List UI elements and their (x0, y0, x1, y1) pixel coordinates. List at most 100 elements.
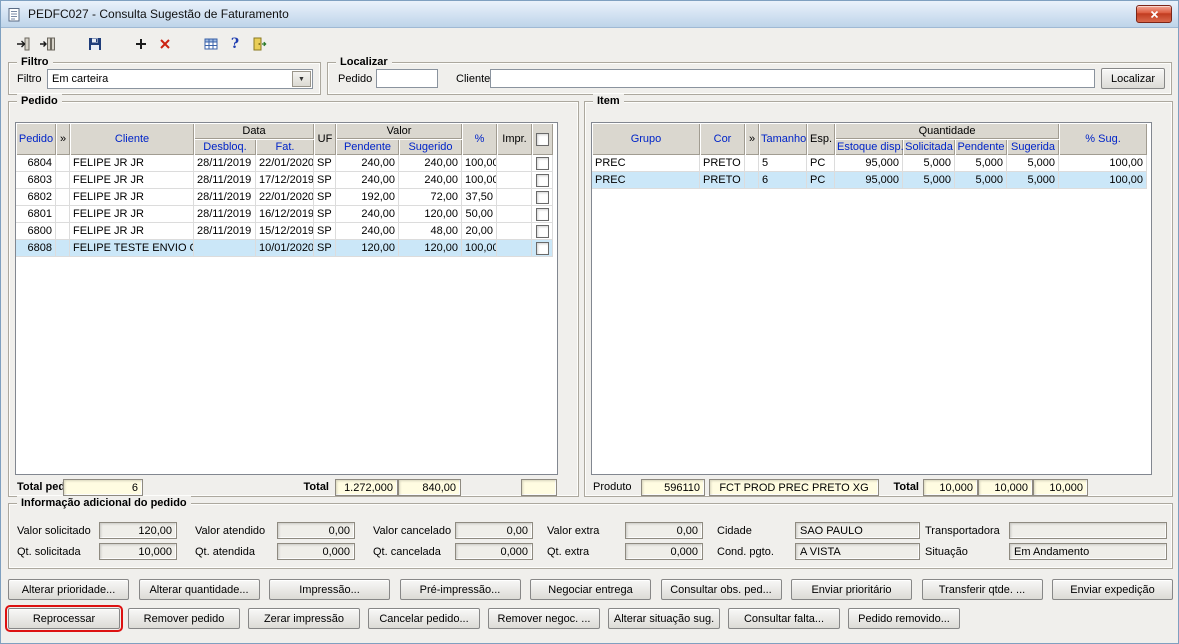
item-total-label: Total (893, 481, 919, 493)
pedido-row[interactable]: 6803 FELIPE JR JR 28/11/2019 17/12/2019 … (16, 172, 553, 189)
exit-icon[interactable] (247, 33, 271, 55)
cell-impr (497, 172, 532, 189)
pedido-row[interactable]: 6802 FELIPE JR JR 28/11/2019 22/01/2020 … (16, 189, 553, 206)
close-window-icon[interactable] (11, 33, 35, 55)
cell-uf: SP (314, 240, 336, 257)
col-header-tamanho[interactable]: Tamanho (759, 123, 807, 155)
cell-sugerido: 240,00 (399, 172, 462, 189)
transferir-qtde-button[interactable]: Transferir qtde. ... (921, 579, 1043, 600)
enviar-expedicao-button[interactable]: Enviar expedição (1052, 579, 1173, 600)
col-header-pct[interactable]: % (462, 123, 497, 155)
qt-extra-field: 0,000 (625, 543, 703, 560)
consultar-falta-button[interactable]: Consultar falta... (728, 608, 840, 629)
col-header-solicitada[interactable]: Solicitada (903, 139, 955, 155)
total-sugerido-field: 840,00 (398, 479, 461, 496)
item-row-selected[interactable]: PREC PRETO 6 PC 95,000 5,000 5,000 5,000… (592, 172, 1148, 189)
item-grid[interactable]: Grupo Cor » Tamanho Esp. Quantidade % Su… (591, 122, 1152, 475)
cell-esp: PC (807, 155, 835, 172)
reprocessar-button[interactable]: Reprocessar (5, 605, 123, 632)
cell-impr (497, 189, 532, 206)
alterar-prioridade-button[interactable]: Alterar prioridade... (8, 579, 129, 600)
cell-pendente: 240,00 (336, 223, 399, 240)
valor-atendido-label: Valor atendido (195, 525, 266, 537)
cell-check (532, 206, 553, 223)
cell-fat: 22/01/2020 (256, 155, 314, 172)
chevron-down-icon[interactable]: ▼ (292, 71, 311, 87)
header-checkbox-icon (536, 132, 549, 146)
col-header-desbloq[interactable]: Desbloq. (194, 139, 256, 155)
add-icon[interactable] (129, 33, 153, 55)
info-groupbox: Informação adicional do pedido Valor sol… (8, 496, 1173, 569)
window-title: PEDFC027 - Consulta Sugestão de Faturame… (28, 7, 289, 21)
impressao-button[interactable]: Impressão... (269, 579, 390, 600)
print-checkbox[interactable] (535, 207, 549, 221)
alterar-situacao-sug-button[interactable]: Alterar situação sug. (608, 608, 720, 629)
save-icon[interactable] (83, 33, 107, 55)
cell-uf: SP (314, 223, 336, 240)
filtro-dropdown[interactable]: Em carteira ▼ (47, 69, 313, 89)
print-checkbox[interactable] (535, 156, 549, 170)
localizar-pedido-input[interactable] (376, 69, 438, 88)
cond-pgto-field: A VISTA (795, 543, 920, 560)
pedido-removido-button[interactable]: Pedido removido... (848, 608, 960, 629)
remover-pedido-button[interactable]: Remover pedido (128, 608, 240, 629)
close-all-windows-icon[interactable] (35, 33, 59, 55)
cancelar-pedido-button[interactable]: Cancelar pedido... (368, 608, 480, 629)
col-header-sugerida[interactable]: Sugerida (1007, 139, 1060, 155)
col-header-grupo[interactable]: Grupo (592, 123, 700, 155)
cell-pct-sug: 100,00 (1059, 155, 1148, 172)
valor-extra-field: 0,00 (625, 522, 703, 539)
remover-negoc-button[interactable]: Remover negoc. ... (488, 608, 600, 629)
cell-sugerido: 240,00 (399, 155, 462, 172)
col-header-fat[interactable]: Fat. (256, 139, 314, 155)
filtro-legend: Filtro (17, 55, 53, 69)
print-checkbox[interactable] (535, 224, 549, 238)
item-groupbox: Item Grupo Cor » Tamanho Esp. Quantidade… (584, 94, 1173, 497)
col-header-cor[interactable]: Cor (700, 123, 745, 155)
localizar-button[interactable]: Localizar (1101, 68, 1165, 89)
cell-chevron (56, 240, 70, 257)
col-header-sugerido[interactable]: Sugerido (399, 139, 462, 155)
delete-icon[interactable] (153, 33, 177, 55)
cell-pct: 37,50 (462, 189, 497, 206)
col-header-pct-sug[interactable]: % Sug. (1059, 123, 1148, 155)
cell-pendente: 240,00 (336, 155, 399, 172)
cell-esp: PC (807, 172, 835, 189)
cell-sugerido: 48,00 (399, 223, 462, 240)
enviar-prioritario-button[interactable]: Enviar prioritário (791, 579, 912, 600)
print-checkbox[interactable] (535, 173, 549, 187)
localizar-cliente-input[interactable] (490, 69, 1095, 88)
pedido-row[interactable]: 6801 FELIPE JR JR 28/11/2019 16/12/2019 … (16, 206, 553, 223)
col-header-pendente[interactable]: Pendente (336, 139, 399, 155)
help-icon[interactable]: ? (223, 33, 247, 55)
cell-impr (497, 155, 532, 172)
print-checkbox[interactable] (535, 241, 549, 255)
col-header-pedido[interactable]: Pedido (16, 123, 56, 155)
grid-icon[interactable] (199, 33, 223, 55)
qt-cancelada-label: Qt. cancelada (373, 546, 441, 558)
col-header-pendente[interactable]: Pendente (955, 139, 1007, 155)
item-row[interactable]: PREC PRETO 5 PC 95,000 5,000 5,000 5,000… (592, 155, 1148, 172)
pedido-row[interactable]: 6804 FELIPE JR JR 28/11/2019 22/01/2020 … (16, 155, 553, 172)
pedido-row-selected[interactable]: 6808 FELIPE TESTE ENVIO C 10/01/2020 SP … (16, 240, 553, 257)
cidade-label: Cidade (717, 525, 752, 537)
consultar-obs-ped-button[interactable]: Consultar obs. ped... (660, 579, 782, 600)
pedido-grid[interactable]: Pedido » Cliente Data UF Valor % Impr. D… (15, 122, 558, 475)
print-checkbox[interactable] (535, 190, 549, 204)
pre-impressao-button[interactable]: Pré-impressão... (399, 579, 521, 600)
close-button[interactable] (1136, 5, 1172, 23)
cell-tamanho: 5 (759, 155, 807, 172)
alterar-quantidade-button[interactable]: Alterar quantidade... (138, 579, 260, 600)
zerar-impressao-button[interactable]: Zerar impressão (248, 608, 360, 629)
cell-sugerida: 5,000 (1007, 172, 1060, 189)
negociar-entrega-button[interactable]: Negociar entrega (530, 579, 651, 600)
item-total-pendente-field: 10,000 (978, 479, 1033, 496)
cell-pedido: 6801 (16, 206, 56, 223)
cell-pct: 20,00 (462, 223, 497, 240)
col-header-estoque[interactable]: Estoque disp. (835, 139, 903, 155)
cell-pct: 100,00 (462, 240, 497, 257)
col-header-cliente[interactable]: Cliente (70, 123, 194, 155)
cell-chevron (56, 189, 70, 206)
col-header-check (532, 123, 553, 155)
pedido-row[interactable]: 6800 FELIPE JR JR 28/11/2019 15/12/2019 … (16, 223, 553, 240)
